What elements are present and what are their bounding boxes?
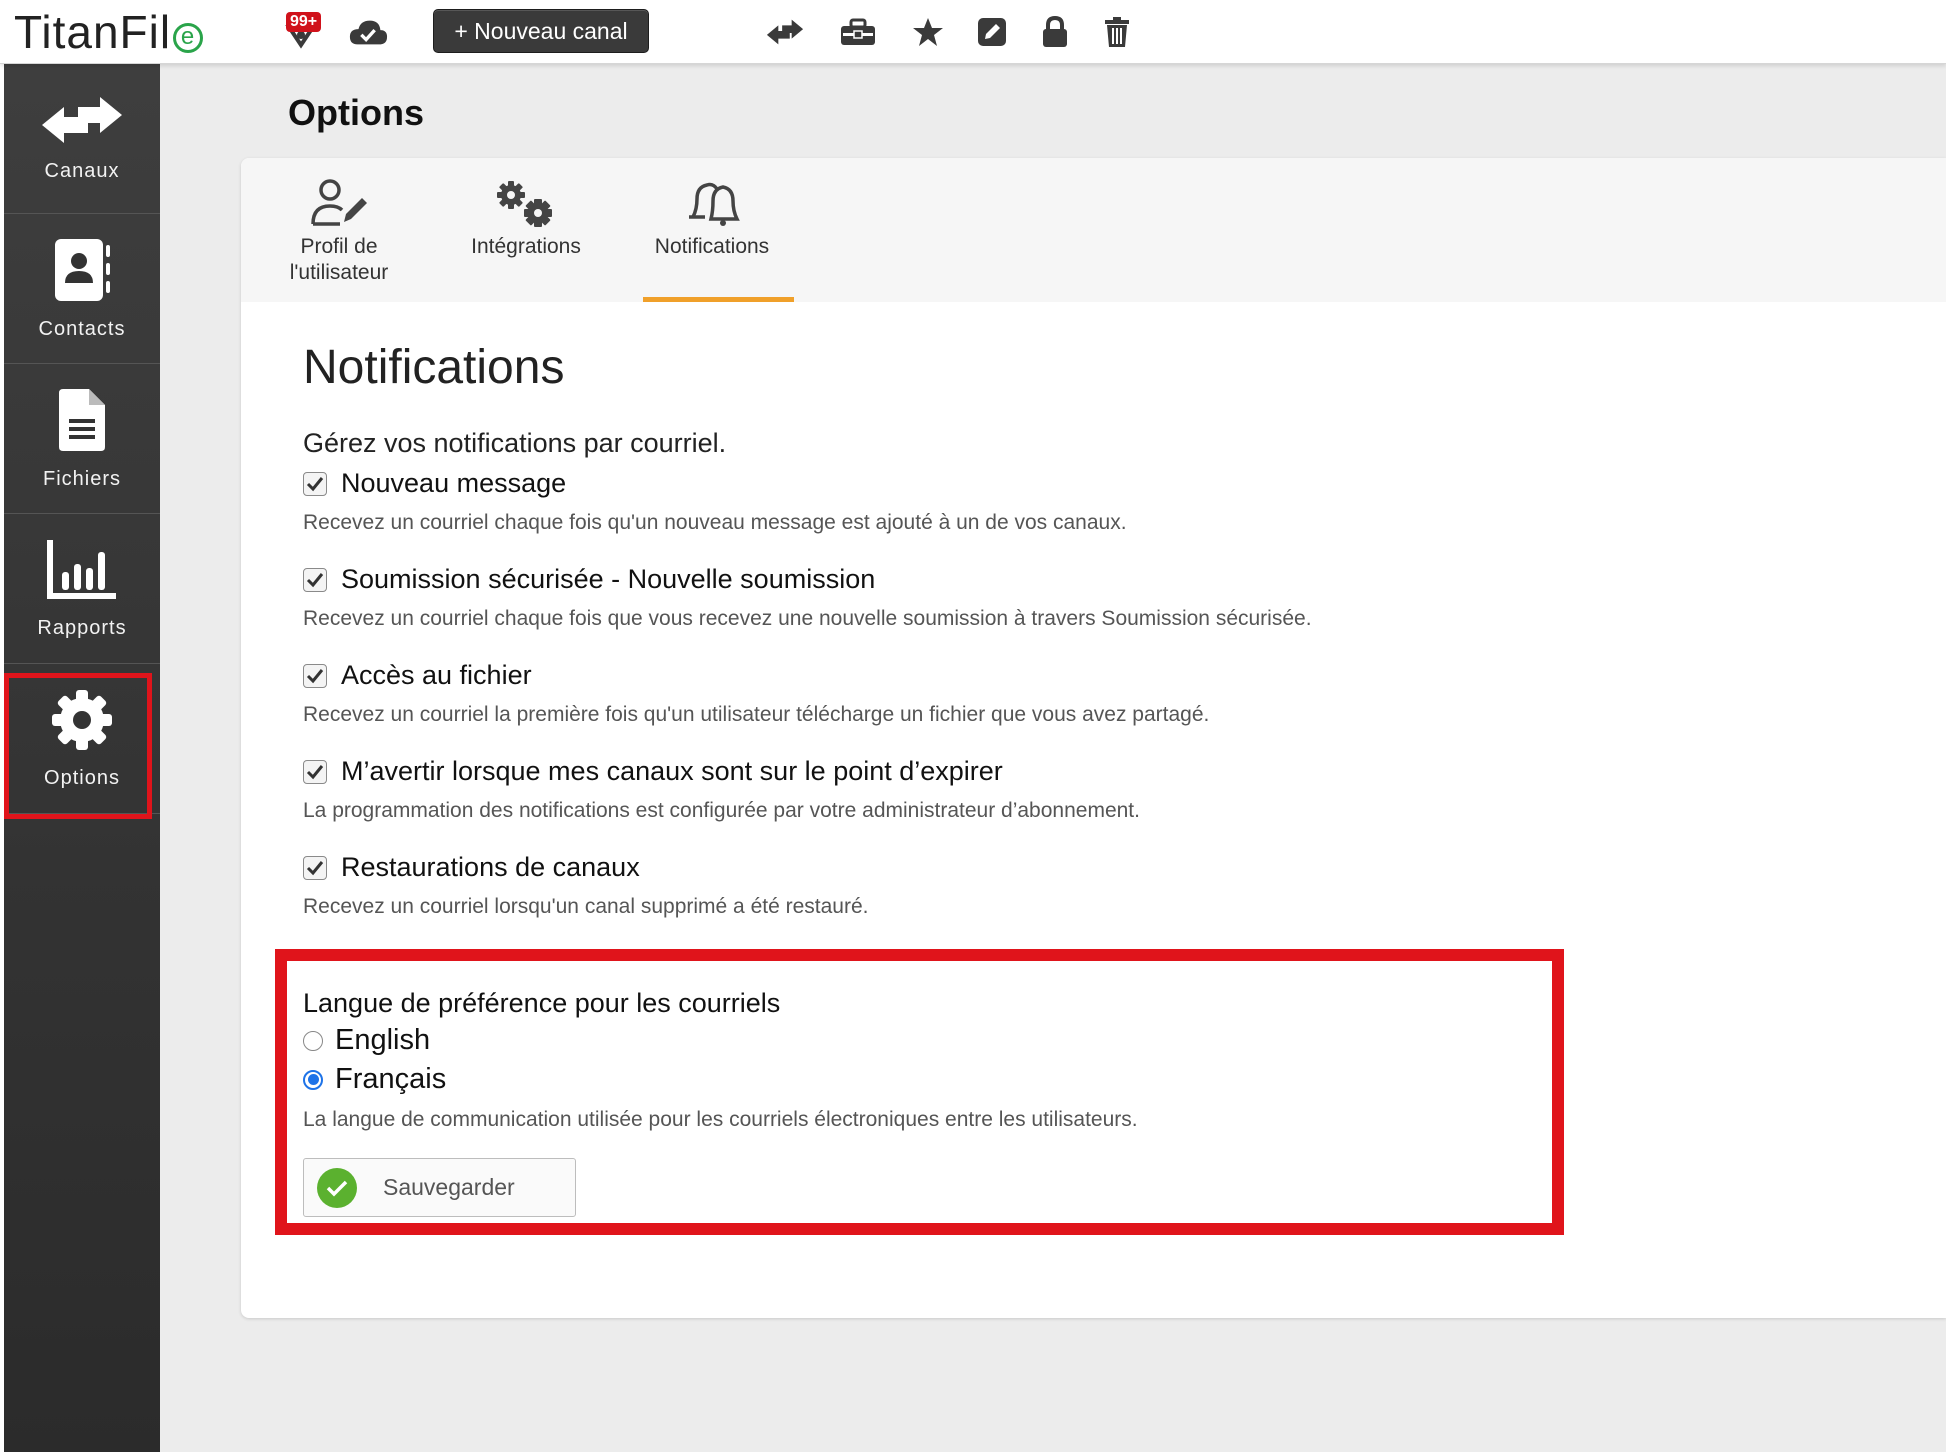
option-description: Recevez un courriel chaque fois que vous… (303, 607, 1312, 630)
cloud-check-icon[interactable] (348, 12, 388, 52)
radio-label: Français (335, 1063, 447, 1095)
checkbox-expiration-canaux[interactable] (303, 759, 327, 784)
logo-mark: e (173, 23, 204, 53)
option-expiration-canaux: M’avertir lorsque mes canaux sont sur le… (303, 756, 1140, 823)
toolbox-icon[interactable] (838, 12, 878, 52)
transfer-arrows-icon[interactable] (765, 12, 805, 52)
tab-profil-utilisateur[interactable]: Profil de l'utilisateur (289, 172, 389, 286)
sidebar-item-label: Fichiers (42, 467, 121, 490)
option-description: Recevez un courriel lorsqu'un canal supp… (303, 895, 869, 918)
sidebar-item-label: Rapports (37, 616, 127, 639)
save-button-label: Sauvegarder (383, 1174, 515, 1200)
check-circle-icon (317, 1167, 357, 1208)
tab-label-line1: Intégrations (471, 235, 581, 258)
tab-bar: Profil de l'utilisateur Intégrations Not… (241, 158, 1946, 302)
sidebar-item-label: Canaux (44, 159, 120, 182)
top-bar: TitanFil e 99+ + Nouveau canal (0, 0, 1946, 64)
active-tab-indicator (643, 297, 794, 302)
contact-book-icon (51, 237, 113, 308)
save-button[interactable]: Sauvegarder (303, 1158, 576, 1217)
option-nouveau-message: Nouveau message Recevez un courriel chaq… (303, 468, 1127, 535)
new-channel-button[interactable]: + Nouveau canal (433, 9, 649, 53)
lock-icon[interactable] (1035, 12, 1075, 52)
option-restaurations-canaux: Restaurations de canaux Recevez un courr… (303, 852, 868, 919)
option-description: Recevez un courriel chaque fois qu'un no… (303, 511, 1127, 534)
checkbox-acces-fichier[interactable] (303, 663, 327, 688)
trash-icon[interactable] (1097, 12, 1137, 52)
tab-integrations[interactable]: Intégrations (466, 172, 586, 260)
option-acces-fichier: Accès au fichier Recevez un courriel la … (303, 660, 1209, 727)
option-label: Accès au fichier (341, 660, 532, 690)
option-label: Nouveau message (341, 468, 567, 498)
notification-badge: 99+ (286, 12, 322, 32)
checkbox-restaurations-canaux[interactable] (303, 855, 327, 880)
sidebar-item-contacts[interactable]: Contacts (4, 214, 160, 364)
star-icon[interactable] (908, 12, 948, 52)
language-description: La langue de communication utilisée pour… (303, 1108, 1138, 1131)
option-label: Soumission sécurisée - Nouvelle soumissi… (341, 564, 876, 594)
option-description: Recevez un courriel la première fois qu'… (303, 703, 1210, 726)
bells-icon (683, 172, 741, 234)
option-label: Restaurations de canaux (341, 852, 640, 882)
radio-label: English (335, 1024, 431, 1056)
checkbox-soumission-securisee[interactable] (303, 567, 327, 592)
sidebar-item-fichiers[interactable]: Fichiers (4, 364, 160, 514)
radio-francais[interactable] (303, 1069, 323, 1090)
page-title: Options (288, 92, 424, 133)
tab-label-line1: Notifications (654, 235, 770, 258)
checkbox-nouveau-message[interactable] (303, 471, 327, 496)
edit-icon[interactable] (972, 12, 1012, 52)
notifications-intro: Gérez vos notifications par courriel. (303, 428, 727, 458)
language-heading: Langue de préférence pour les courriels (303, 988, 781, 1018)
sidebar-item-label: Contacts (38, 317, 126, 340)
option-label: M’avertir lorsque mes canaux sont sur le… (341, 756, 1003, 786)
options-highlight-frame (4, 673, 152, 819)
notifications-heading: Notifications (303, 341, 565, 394)
radio-option-francais[interactable]: Français (303, 1063, 446, 1096)
radio-option-english[interactable]: English (303, 1024, 430, 1057)
arrows-icon (40, 95, 124, 150)
tab-notifications[interactable]: Notifications (651, 172, 773, 260)
radio-english[interactable] (303, 1030, 323, 1051)
titanfile-logo[interactable]: TitanFil e (14, 6, 204, 58)
user-edit-icon (310, 172, 368, 234)
tab-label-line2: l'utilisateur (289, 261, 389, 284)
gears-icon (497, 172, 555, 234)
sidebar-item-canaux[interactable]: Canaux (4, 64, 160, 214)
option-description: La programmation des notifications est c… (303, 799, 1140, 822)
bar-chart-icon (46, 538, 118, 607)
tab-label-line1: Profil de (300, 235, 378, 258)
file-icon (57, 387, 107, 458)
option-soumission-securisee: Soumission sécurisée - Nouvelle soumissi… (303, 564, 1312, 631)
sidebar-item-rapports[interactable]: Rapports (4, 514, 160, 664)
